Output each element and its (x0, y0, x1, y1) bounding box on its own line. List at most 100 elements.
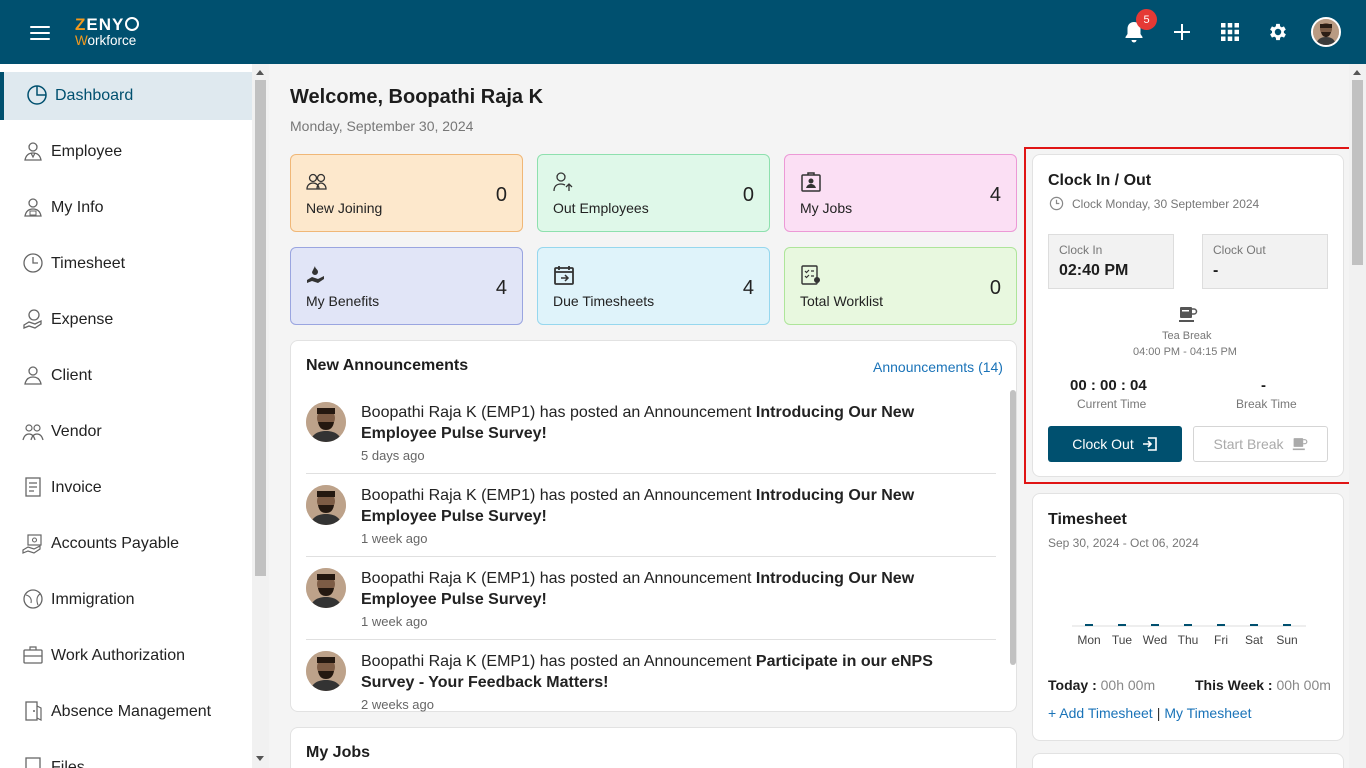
user-avatar[interactable] (1311, 17, 1341, 47)
timesheet-chart: Mon Tue Wed Thu Fri Sat Sun (1072, 624, 1306, 647)
sidebar-item-label: Work Authorization (51, 647, 185, 664)
apps-grid-icon[interactable] (1216, 18, 1244, 46)
my-jobs-card (290, 727, 1017, 768)
add-timesheet-link[interactable]: + Add Timesheet (1048, 705, 1153, 721)
clock-out-box: Clock Out - (1202, 234, 1328, 289)
sidebar-item-invoice[interactable]: Invoice (0, 464, 252, 512)
tea-cup-icon (1292, 437, 1307, 450)
today-value: 00h 00m (1100, 677, 1156, 693)
sidebar-item-dashboard[interactable]: Dashboard (0, 72, 252, 120)
week-value: 00h 00m (1276, 677, 1331, 693)
user-out-icon (553, 172, 573, 192)
stat-label: My Benefits (306, 293, 380, 309)
chart-tick-sun: Sun (1276, 633, 1297, 647)
employee-icon (24, 142, 42, 161)
avatar (306, 402, 346, 442)
sidebar-scroll-thumb[interactable] (255, 80, 266, 576)
my-jobs-title: My Jobs (306, 744, 371, 761)
chart-tick-thu: Thu (1178, 633, 1199, 647)
avatar (306, 651, 346, 691)
gear-icon[interactable] (1264, 18, 1292, 46)
sidebar-item-label: Invoice (51, 479, 102, 496)
chart-tick-wed: Wed (1143, 633, 1167, 647)
stat-card-due-timesheets[interactable]: Due Timesheets 4 (537, 247, 770, 325)
notification-badge: 5 (1136, 9, 1157, 30)
stat-card-total-worklist[interactable]: Total Worklist 0 (784, 247, 1017, 325)
stat-card-my-jobs[interactable]: My Jobs 4 (784, 154, 1017, 232)
chart-bar-fri (1217, 624, 1225, 626)
stat-label: My Jobs (800, 200, 853, 216)
benefits-hand-icon (307, 266, 324, 283)
sidebar-item-my-info[interactable]: My Info (0, 184, 252, 232)
timesheet-today: Today : 00h 00m (1048, 677, 1155, 693)
sidebar-item-work-authorization[interactable]: Work Authorization (0, 632, 252, 680)
sidebar: Dashboard Employee My Info Timesheet Exp… (0, 64, 252, 768)
announcements-scrollbar[interactable] (1010, 390, 1016, 665)
announcement-text: Boopathi Raja K (EMP1) has posted an Ann… (361, 653, 756, 670)
break-time-value: - (1261, 377, 1266, 394)
clock-subtitle: Clock Monday, 30 September 2024 (1072, 197, 1260, 211)
current-time-value: 00 : 00 : 04 (1070, 377, 1147, 394)
clock-in-label: Clock In (1059, 243, 1103, 257)
sidebar-item-timesheet[interactable]: Timesheet (0, 240, 252, 288)
invoice-icon (25, 477, 41, 497)
sidebar-item-absence-management[interactable]: Absence Management (0, 688, 252, 736)
stat-value: 0 (742, 184, 754, 206)
start-break-button[interactable]: Start Break (1193, 426, 1328, 462)
sidebar-item-label: Absence Management (51, 703, 212, 720)
my-timesheet-link[interactable]: My Timesheet (1164, 705, 1251, 721)
announcements-title: New Announcements (306, 357, 469, 374)
today-label: Today : (1048, 677, 1097, 693)
sidebar-item-immigration[interactable]: Immigration (0, 576, 252, 624)
sidebar-item-employee[interactable]: Employee (0, 128, 252, 176)
stat-value: 0 (495, 184, 507, 206)
divider (306, 473, 996, 474)
next-card (1032, 753, 1344, 768)
chart-bar-thu (1184, 624, 1192, 626)
announcements-link[interactable]: Announcements (14) (873, 359, 1003, 375)
pie-chart-icon (27, 85, 47, 105)
announcement-time: 2 weeks ago (361, 697, 434, 712)
scroll-down-icon[interactable] (256, 756, 264, 761)
sidebar-item-client[interactable]: Client (0, 352, 252, 400)
clock-out-button[interactable]: Clock Out (1048, 426, 1182, 462)
link-separator: | (1156, 705, 1161, 721)
chart-tick-fri: Fri (1214, 633, 1228, 647)
chart-tick-tue: Tue (1112, 633, 1133, 647)
brand-logo[interactable]: ZENY Workforce (75, 16, 140, 48)
sidebar-item-accounts-payable[interactable]: Accounts Payable (0, 520, 252, 568)
id-badge-icon (801, 172, 821, 192)
sidebar-item-label: Vendor (51, 423, 102, 440)
chart-bar-sat (1250, 624, 1258, 626)
announcement-time: 5 days ago (361, 448, 425, 463)
stat-label: Total Worklist (800, 293, 883, 309)
stat-card-my-benefits[interactable]: My Benefits 4 (290, 247, 523, 325)
announcement-text: Boopathi Raja K (EMP1) has posted an Ann… (361, 404, 756, 421)
main-scrollbar[interactable] (1349, 64, 1366, 768)
calendar-icon (554, 266, 574, 285)
sidebar-scrollbar[interactable] (252, 64, 269, 768)
announcement-time: 1 week ago (361, 531, 428, 546)
avatar (306, 485, 346, 525)
week-label: This Week : (1195, 677, 1273, 693)
chart-bar-tue (1118, 624, 1126, 626)
scroll-up-icon[interactable] (256, 70, 264, 75)
announcement-time: 1 week ago (361, 614, 428, 629)
stat-value: 4 (742, 277, 754, 299)
main-scroll-thumb[interactable] (1352, 80, 1363, 265)
break-label: Tea Break (1162, 330, 1212, 342)
menu-icon[interactable] (30, 26, 50, 40)
sidebar-item-vendor[interactable]: Vendor (0, 408, 252, 456)
sidebar-item-label: Expense (51, 311, 114, 328)
stat-card-new-joining[interactable]: New Joining 0 (290, 154, 523, 232)
sidebar-item-expense[interactable]: Expense (0, 296, 252, 344)
clock-in-box: Clock In 02:40 PM (1048, 234, 1174, 289)
stat-card-out-employees[interactable]: Out Employees 0 (537, 154, 770, 232)
worklist-icon (801, 265, 820, 285)
client-icon (24, 366, 42, 385)
chart-tick-mon: Mon (1077, 633, 1100, 647)
sidebar-item-files[interactable]: Files (0, 744, 252, 768)
clock-title: Clock In / Out (1048, 172, 1152, 189)
plus-icon[interactable] (1168, 18, 1196, 46)
scroll-up-icon[interactable] (1353, 70, 1361, 75)
